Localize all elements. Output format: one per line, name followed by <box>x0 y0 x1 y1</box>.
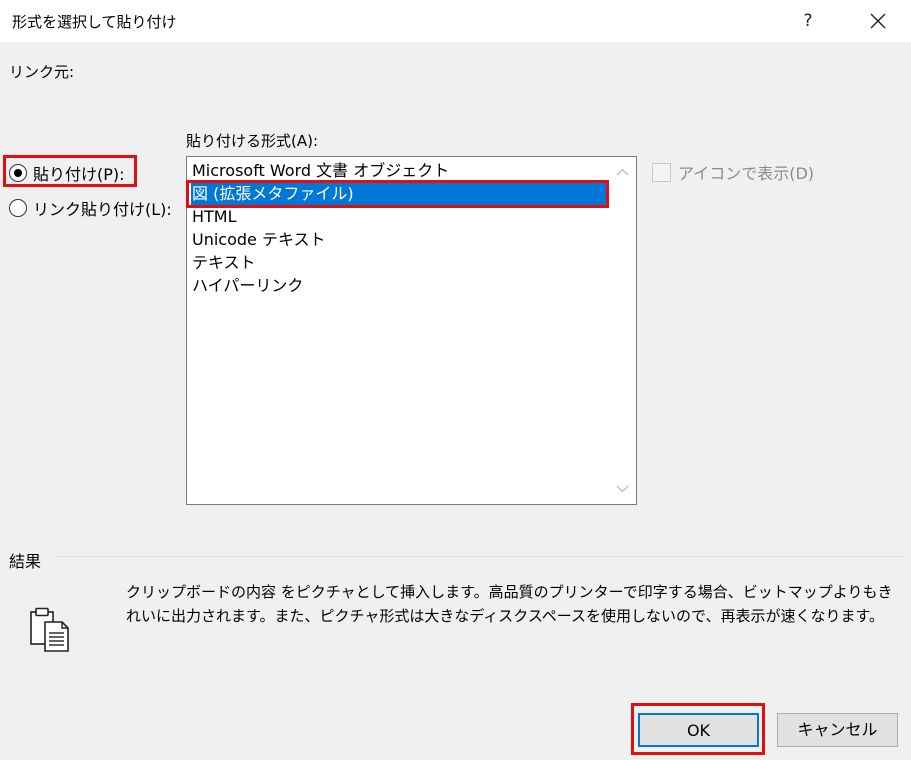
source-label: リンク元: <box>9 63 75 81</box>
link-paste-radio-label: リンク貼り付け(L): <box>33 200 172 219</box>
radio-button[interactable] <box>9 199 27 217</box>
link-paste-radio[interactable]: リンク貼り付け(L): <box>9 196 172 220</box>
help-button[interactable]: ? <box>790 4 826 38</box>
result-description: クリップボードの内容 をピクチャとして挿入します。高品質のプリンターで印字する場… <box>126 583 893 625</box>
divider <box>55 556 903 557</box>
close-icon <box>870 13 886 29</box>
scroll-down-button[interactable] <box>609 478 636 500</box>
close-button[interactable] <box>860 4 896 38</box>
paste-radio[interactable]: 貼り付け(P): <box>9 161 125 185</box>
list-item[interactable]: テキスト <box>191 251 607 274</box>
ok-button[interactable]: OK <box>638 713 759 747</box>
list-item[interactable]: Unicode テキスト <box>191 228 607 251</box>
clipboard-paste-icon <box>29 607 71 657</box>
display-as-icon-checkbox[interactable]: アイコンで表示(D) <box>652 160 814 184</box>
radio-button-checked[interactable] <box>9 164 27 182</box>
scroll-up-button[interactable] <box>609 161 636 183</box>
checkbox[interactable] <box>652 162 671 182</box>
format-listbox[interactable]: Microsoft Word 文書 オブジェクト 図 (拡張メタファイル) HT… <box>186 156 637 505</box>
display-as-icon-label: アイコンで表示(D) <box>678 164 815 183</box>
dialog-title: 形式を選択して貼り付け <box>12 13 177 31</box>
list-item[interactable]: ハイパーリンク <box>191 274 607 297</box>
result-label: 結果 <box>9 552 42 571</box>
title-bar: 形式を選択して貼り付け ? <box>0 0 911 42</box>
cancel-button[interactable]: キャンセル <box>777 713 898 747</box>
chevron-up-icon <box>616 168 629 176</box>
list-item[interactable]: Microsoft Word 文書 オブジェクト <box>191 159 607 182</box>
list-item[interactable]: HTML <box>191 205 607 228</box>
chevron-down-icon <box>616 485 629 493</box>
annotation-highlight-format <box>186 180 609 208</box>
vertical-scrollbar[interactable] <box>609 157 636 504</box>
paste-radio-label: 貼り付け(P): <box>33 165 125 184</box>
format-list-label: 貼り付ける形式(A): <box>186 132 319 150</box>
